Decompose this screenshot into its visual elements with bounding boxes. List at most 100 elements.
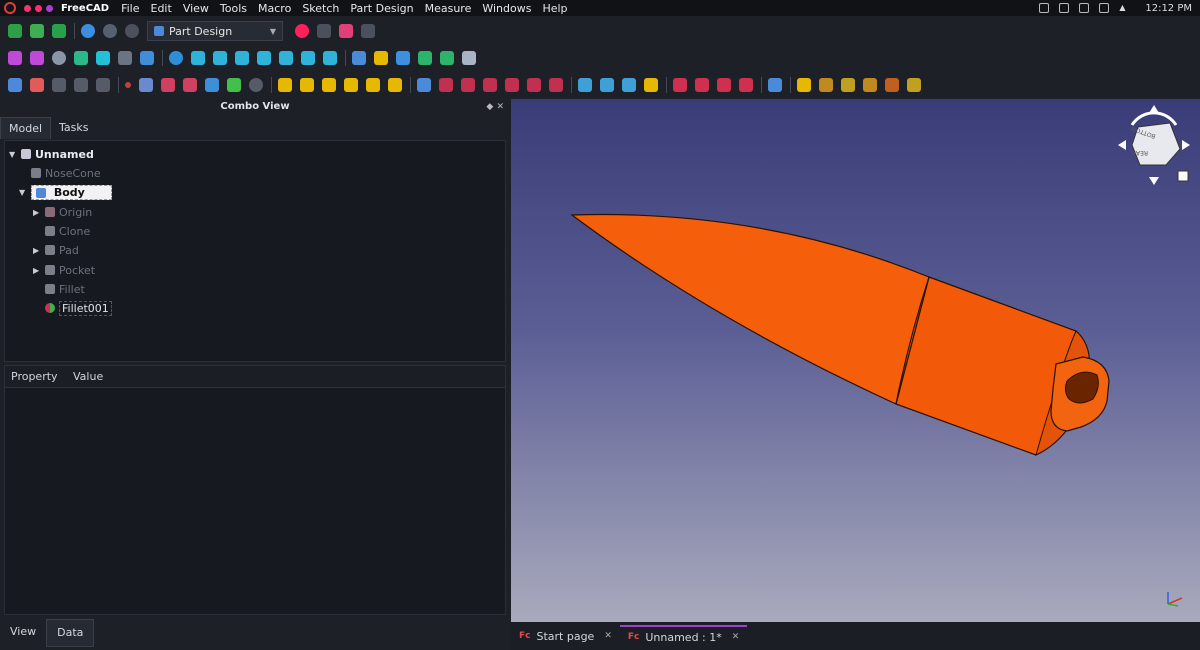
- battery-icon[interactable]: [1079, 3, 1090, 13]
- nosecone-model[interactable]: [511, 99, 1200, 622]
- tree-item-fillet[interactable]: Fillet: [45, 280, 85, 298]
- left-view-icon[interactable]: [323, 51, 337, 65]
- group-icon[interactable]: [396, 51, 410, 65]
- datum-point-icon[interactable]: [125, 82, 131, 88]
- subtractive-helix-icon[interactable]: [527, 78, 541, 92]
- additive-primitive-icon[interactable]: [388, 78, 402, 92]
- tab-tasks[interactable]: Tasks: [51, 117, 96, 139]
- menu-tools[interactable]: Tools: [220, 2, 247, 15]
- workbench-extra-icon[interactable]: [907, 78, 921, 92]
- tab-data[interactable]: Data: [46, 619, 95, 647]
- multitransform-icon[interactable]: [644, 78, 658, 92]
- draw-style-icon[interactable]: [52, 51, 66, 65]
- sync-view-icon[interactable]: [140, 51, 154, 65]
- sketch-based-icon[interactable]: [227, 78, 241, 92]
- shaft-wizard-icon[interactable]: [841, 78, 855, 92]
- tree-item-pocket[interactable]: ▶ Pocket: [33, 261, 95, 279]
- workbench-selector[interactable]: Part Design ▼: [147, 21, 283, 41]
- tree-item-pad[interactable]: ▶ Pad: [33, 241, 79, 259]
- back-nav-icon[interactable]: [96, 51, 110, 65]
- stop-macro-icon[interactable]: [317, 24, 331, 38]
- redo-icon[interactable]: [103, 24, 117, 38]
- record-macro-icon[interactable]: [295, 24, 309, 38]
- draft-icon[interactable]: [717, 78, 731, 92]
- tree-item-body[interactable]: ▼ Body: [19, 183, 112, 201]
- 3d-viewport[interactable]: BOTTOM REAR: [511, 99, 1200, 622]
- expand-arrow-icon[interactable]: ▶: [33, 246, 43, 255]
- front-view-icon[interactable]: [213, 51, 227, 65]
- create-body-icon[interactable]: [8, 78, 22, 92]
- value-column-header[interactable]: Value: [67, 370, 129, 383]
- bottom-view-icon[interactable]: [301, 51, 315, 65]
- datum-plane-icon[interactable]: [161, 78, 175, 92]
- run-macro-icon[interactable]: [361, 24, 375, 38]
- tree-item-unnamed[interactable]: ▼ Unnamed: [9, 145, 94, 163]
- clone-icon[interactable]: [205, 78, 219, 92]
- tree-item-origin[interactable]: ▶ Origin: [33, 203, 92, 221]
- involute-gear-icon[interactable]: [819, 78, 833, 92]
- selection-view-icon[interactable]: [74, 51, 88, 65]
- validate-sketch-icon[interactable]: [52, 78, 66, 92]
- wifi-icon[interactable]: [1099, 3, 1110, 13]
- close-tab-icon[interactable]: ✕: [604, 631, 612, 641]
- additive-helix-icon[interactable]: [366, 78, 380, 92]
- expand-arrow-icon[interactable]: ▶: [33, 208, 43, 217]
- thickness-icon[interactable]: [739, 78, 753, 92]
- menu-help[interactable]: Help: [542, 2, 567, 15]
- hole-icon[interactable]: [439, 78, 453, 92]
- subshape-binder-icon[interactable]: [96, 78, 110, 92]
- boolean-icon[interactable]: [768, 78, 782, 92]
- expand-arrow-icon[interactable]: ▶: [33, 266, 43, 275]
- fit-all-icon[interactable]: [8, 51, 22, 65]
- isometric-view-icon[interactable]: [191, 51, 205, 65]
- groove-icon[interactable]: [461, 78, 475, 92]
- additive-pipe-icon[interactable]: [344, 78, 358, 92]
- create-sketch-icon[interactable]: [30, 78, 44, 92]
- subtractive-primitive-icon[interactable]: [549, 78, 563, 92]
- menu-part-design[interactable]: Part Design: [350, 2, 413, 15]
- tab-view[interactable]: View: [0, 619, 46, 647]
- mirrored-icon[interactable]: [578, 78, 592, 92]
- tree-item-fillet001[interactable]: Fillet001: [45, 299, 112, 317]
- zoom-icon[interactable]: [169, 51, 183, 65]
- close-window-icon[interactable]: [24, 4, 31, 12]
- local-cs-icon[interactable]: [183, 78, 197, 92]
- linear-pattern-icon[interactable]: [600, 78, 614, 92]
- chevron-up-icon[interactable]: ▲: [1119, 3, 1129, 13]
- menu-measure[interactable]: Measure: [425, 2, 472, 15]
- minimize-window-icon[interactable]: [35, 4, 42, 12]
- close-panel-icon[interactable]: ✕: [496, 102, 504, 112]
- polar-pattern-icon[interactable]: [622, 78, 636, 92]
- shape-binder-icon[interactable]: [74, 78, 88, 92]
- settings-icon[interactable]: [249, 78, 263, 92]
- subtractive-loft-icon[interactable]: [483, 78, 497, 92]
- maximize-window-icon[interactable]: [46, 4, 53, 12]
- part-icon[interactable]: [374, 51, 388, 65]
- wizard-shaft-table-icon[interactable]: [863, 78, 877, 92]
- clipboard-icon[interactable]: [1039, 3, 1050, 13]
- link-actions-icon[interactable]: [440, 51, 454, 65]
- arrow-right-icon[interactable]: [1182, 140, 1190, 150]
- undo-icon[interactable]: [81, 24, 95, 38]
- property-column-header[interactable]: Property: [5, 370, 67, 383]
- menu-sketch[interactable]: Sketch: [302, 2, 339, 15]
- top-view-icon[interactable]: [235, 51, 249, 65]
- chamfer-icon[interactable]: [695, 78, 709, 92]
- arrow-left-icon[interactable]: [1118, 140, 1126, 150]
- volume-icon[interactable]: [1059, 3, 1070, 13]
- menu-edit[interactable]: Edit: [151, 2, 172, 15]
- expand-arrow-icon[interactable]: ▼: [9, 150, 19, 159]
- system-logo-icon[interactable]: [4, 2, 16, 14]
- subtractive-pipe-icon[interactable]: [505, 78, 519, 92]
- open-document-icon[interactable]: [30, 24, 44, 38]
- measure-icon[interactable]: [352, 51, 366, 65]
- save-icon[interactable]: [52, 24, 66, 38]
- tab-model[interactable]: Model: [0, 117, 52, 139]
- rear-view-icon[interactable]: [279, 51, 293, 65]
- right-view-icon[interactable]: [257, 51, 271, 65]
- link-icon[interactable]: [418, 51, 432, 65]
- expand-arrow-icon[interactable]: ▼: [19, 188, 29, 197]
- pad-icon[interactable]: [278, 78, 292, 92]
- menu-windows[interactable]: Windows: [482, 2, 531, 15]
- body-selected[interactable]: Body: [31, 184, 112, 200]
